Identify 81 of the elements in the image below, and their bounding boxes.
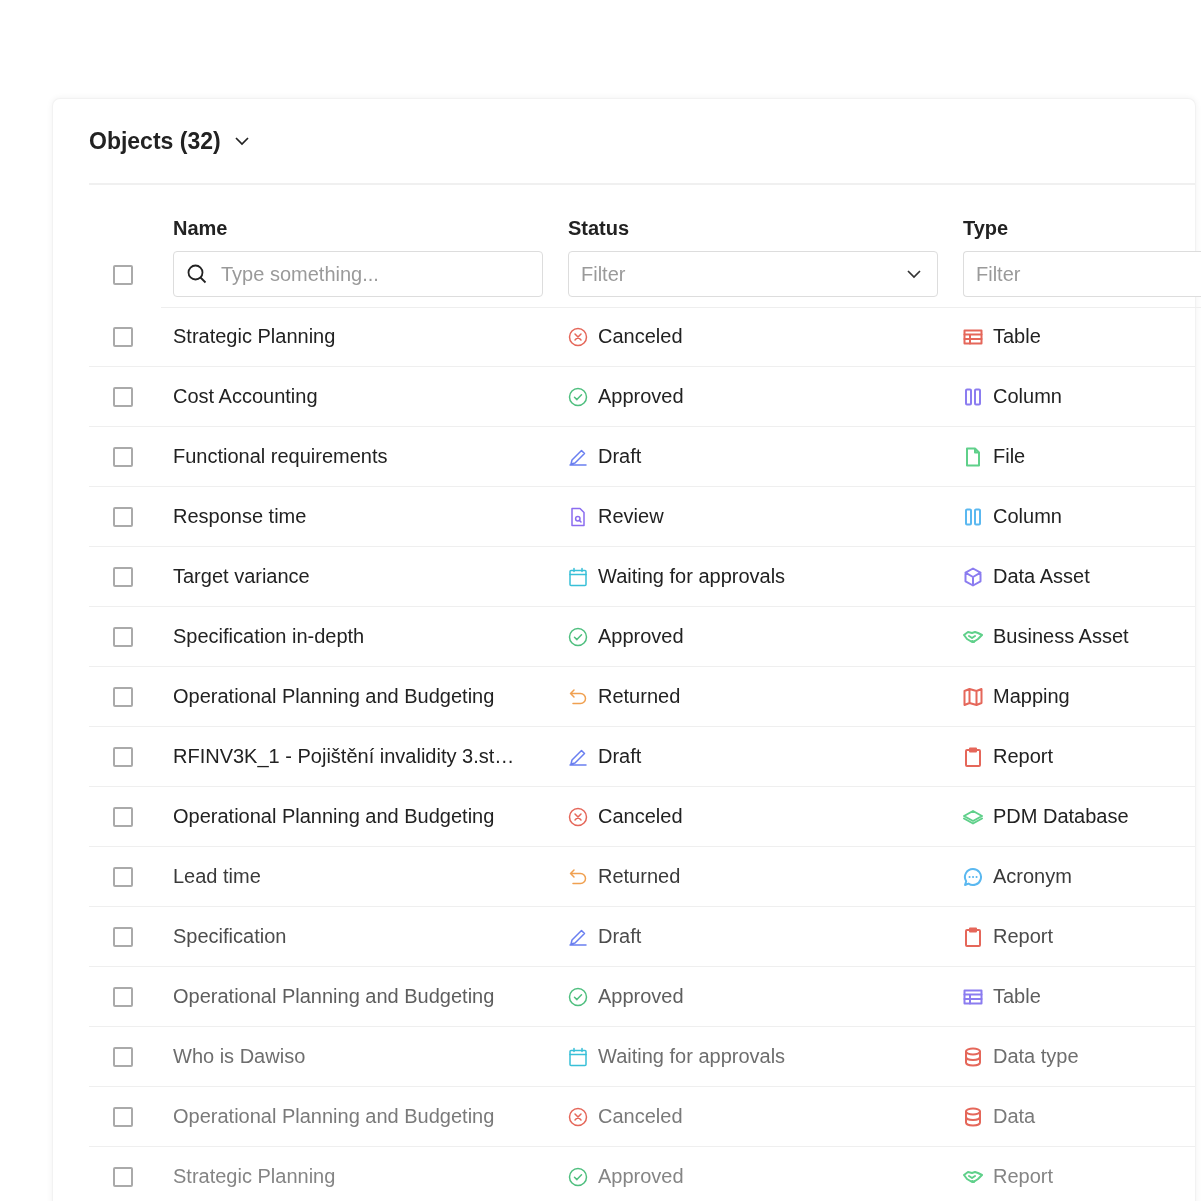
object-name: Operational Planning and Budgeting bbox=[173, 1105, 495, 1128]
status-label: Draft bbox=[598, 925, 642, 948]
row-checkbox[interactable] bbox=[113, 506, 133, 527]
status-label: Review bbox=[598, 505, 664, 528]
row-checkbox[interactable] bbox=[113, 326, 133, 347]
object-name: Lead time bbox=[173, 865, 261, 888]
select-all-checkbox[interactable] bbox=[113, 264, 133, 285]
row-checkbox[interactable] bbox=[113, 1166, 133, 1187]
search-icon bbox=[186, 263, 208, 285]
return-arrow-icon bbox=[568, 866, 588, 887]
type-label: Report bbox=[993, 745, 1054, 768]
object-name: Target variance bbox=[173, 565, 310, 588]
row-checkbox[interactable] bbox=[113, 926, 133, 947]
status-label: Returned bbox=[598, 865, 681, 888]
status-label: Approved bbox=[598, 385, 684, 408]
object-name: Who is Dawiso bbox=[173, 1045, 306, 1068]
type-label: Data Asset bbox=[993, 565, 1090, 588]
check-circle-icon bbox=[568, 1166, 588, 1187]
document-search-icon bbox=[568, 506, 588, 527]
type-label: Table bbox=[993, 985, 1041, 1008]
type-label: PDM Database bbox=[993, 805, 1129, 828]
object-name: Operational Planning and Budgeting bbox=[173, 985, 495, 1008]
status-label: Draft bbox=[598, 445, 642, 468]
type-label: File bbox=[993, 445, 1026, 468]
type-label: Table bbox=[993, 325, 1041, 348]
object-name: Specification in-depth bbox=[173, 625, 365, 648]
type-label: Data type bbox=[993, 1045, 1079, 1068]
type-label: Column bbox=[993, 385, 1062, 408]
status-label: Draft bbox=[598, 745, 642, 768]
column-header: Type bbox=[963, 216, 1009, 240]
object-name: Operational Planning and Budgeting bbox=[173, 685, 495, 708]
column-header: Name bbox=[173, 216, 228, 240]
type-label: Business Asset bbox=[993, 625, 1129, 648]
row-checkbox[interactable] bbox=[113, 746, 133, 767]
object-name: Response time bbox=[173, 505, 307, 528]
object-name: Strategic Planning bbox=[173, 1165, 336, 1188]
row-checkbox[interactable] bbox=[113, 386, 133, 407]
type-label: Data bbox=[993, 1105, 1036, 1128]
type-label: Mapping bbox=[993, 685, 1070, 708]
calendar-icon bbox=[568, 566, 588, 587]
row-checkbox[interactable] bbox=[113, 626, 133, 647]
type-label: Report bbox=[993, 1165, 1054, 1188]
object-name: Functional requirements bbox=[173, 445, 388, 468]
status-label: Waiting for approvals bbox=[598, 565, 786, 588]
x-circle-icon bbox=[568, 1106, 588, 1127]
status-label: Waiting for approvals bbox=[598, 1045, 786, 1068]
object-name: Specification bbox=[173, 925, 287, 948]
filter-dropdown[interactable]: Filter bbox=[568, 251, 938, 297]
row-checkbox[interactable] bbox=[113, 446, 133, 467]
type-label: Acronym bbox=[993, 865, 1072, 888]
row-checkbox[interactable] bbox=[113, 866, 133, 887]
x-circle-icon bbox=[568, 326, 588, 347]
row-checkbox[interactable] bbox=[113, 1106, 133, 1127]
check-circle-icon bbox=[568, 626, 588, 647]
status-label: Canceled bbox=[598, 805, 683, 828]
status-label: Canceled bbox=[598, 325, 683, 348]
object-name: RFINV3K_1 - Pojištění invalidity 3.st… bbox=[173, 745, 515, 768]
row-checkbox[interactable] bbox=[113, 806, 133, 827]
object-name: Cost Accounting bbox=[173, 385, 318, 408]
row-checkbox[interactable] bbox=[113, 566, 133, 587]
status-label: Approved bbox=[598, 985, 684, 1008]
calendar-icon bbox=[568, 1046, 588, 1067]
row-checkbox[interactable] bbox=[113, 986, 133, 1007]
column-header: Status bbox=[568, 216, 630, 240]
check-circle-icon bbox=[568, 986, 588, 1007]
status-label: Canceled bbox=[598, 1105, 683, 1128]
panel-title: Objects (32) bbox=[89, 127, 221, 155]
status-label: Approved bbox=[598, 625, 684, 648]
filter-dropdown[interactable]: Filter bbox=[963, 251, 1201, 297]
row-checkbox[interactable] bbox=[113, 1046, 133, 1067]
row-checkbox[interactable] bbox=[113, 686, 133, 707]
x-circle-icon bbox=[568, 806, 588, 827]
object-name: Strategic Planning bbox=[173, 325, 336, 348]
return-arrow-icon bbox=[568, 686, 588, 707]
check-circle-icon bbox=[568, 386, 588, 407]
object-name: Operational Planning and Budgeting bbox=[173, 805, 495, 828]
status-label: Approved bbox=[598, 1165, 684, 1188]
type-label: Report bbox=[993, 925, 1054, 948]
search-field[interactable]: Type something... bbox=[173, 251, 543, 297]
type-label: Column bbox=[993, 505, 1062, 528]
status-label: Returned bbox=[598, 685, 681, 708]
